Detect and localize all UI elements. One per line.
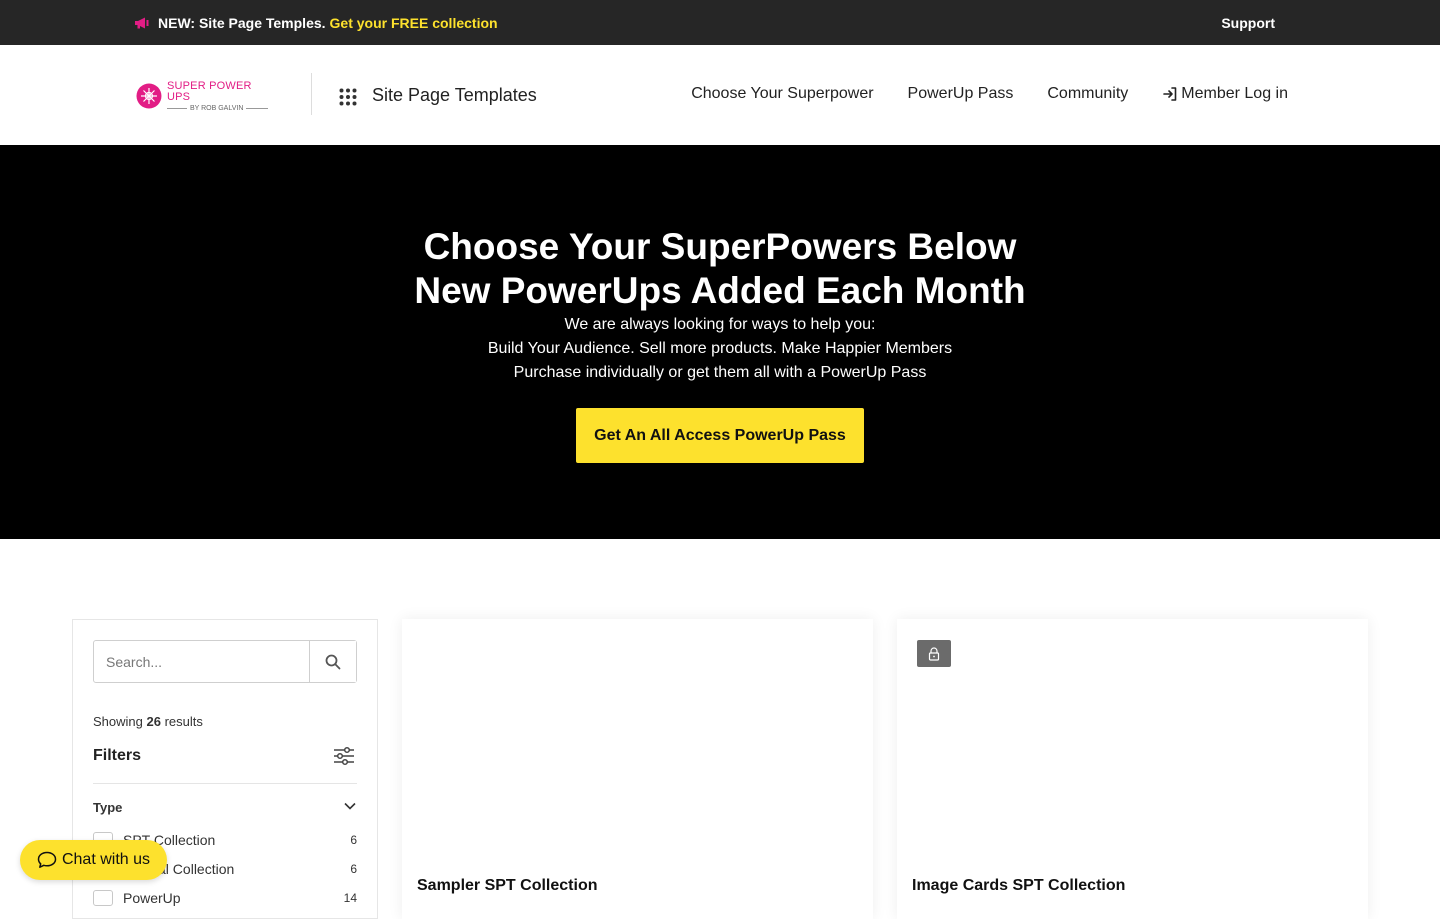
filters-heading: Filters bbox=[93, 747, 142, 764]
filter-option-count: 6 bbox=[350, 862, 357, 876]
all-access-pass-button[interactable]: Get An All Access PowerUp Pass bbox=[576, 408, 864, 463]
product-title[interactable]: Sampler SPT Collection bbox=[417, 877, 597, 895]
chat-button[interactable]: Chat with us bbox=[20, 840, 167, 880]
nav-choose-superpower[interactable]: Choose Your Superpower bbox=[691, 85, 873, 103]
filter-option[interactable]: PowerUp 14 bbox=[93, 888, 357, 908]
filters-divider bbox=[93, 783, 357, 784]
announcement-bar: NEW: Site Page Temples. Get your FREE co… bbox=[0, 0, 1440, 45]
announcement: NEW: Site Page Temples. Get your FREE co… bbox=[134, 0, 498, 45]
hero-title-line2: New PowerUps Added Each Month bbox=[414, 270, 1026, 311]
results-number: 26 bbox=[146, 714, 161, 729]
filter-option-count: 14 bbox=[343, 891, 357, 905]
product-card[interactable]: Sampler SPT Collection bbox=[402, 619, 873, 919]
logo[interactable]: SUPER POWER UPS BY ROB GALVIN bbox=[136, 79, 278, 112]
login-icon bbox=[1163, 87, 1177, 101]
free-collection-link[interactable]: Get your FREE collection bbox=[330, 15, 498, 31]
locked-badge bbox=[917, 640, 951, 667]
chat-bubble-icon bbox=[37, 851, 57, 868]
nav-community[interactable]: Community bbox=[1047, 85, 1128, 103]
nav-member-login[interactable]: Member Log in bbox=[1162, 85, 1288, 103]
search-icon bbox=[325, 654, 341, 669]
main-nav: Choose Your Superpower PowerUp Pass Comm… bbox=[657, 85, 1288, 103]
search-box bbox=[93, 640, 357, 683]
logo-byline: BY ROB GALVIN bbox=[167, 105, 278, 112]
support-link[interactable]: Support bbox=[1221, 0, 1275, 45]
hero-sub-line: Build Your Audience. Sell more products.… bbox=[487, 340, 953, 357]
chat-label: Chat with us bbox=[61, 851, 151, 868]
search-input[interactable] bbox=[94, 641, 309, 682]
nav-powerup-pass[interactable]: PowerUp Pass bbox=[908, 85, 1014, 103]
header-divider bbox=[311, 73, 312, 115]
megaphone-icon bbox=[135, 17, 149, 28]
hero-sub-line: We are always looking for ways to help y… bbox=[564, 316, 876, 333]
filter-checkbox[interactable] bbox=[93, 890, 113, 906]
hero-title-line1: Choose Your SuperPowers Below bbox=[423, 226, 1017, 267]
logo-badge-icon bbox=[136, 83, 162, 109]
lock-icon bbox=[928, 646, 940, 661]
chevron-down-icon[interactable] bbox=[343, 801, 357, 811]
search-button[interactable] bbox=[309, 641, 356, 682]
site-title[interactable]: Site Page Templates bbox=[372, 85, 537, 106]
announcement-text: NEW: Site Page Temples. bbox=[158, 14, 326, 31]
nav-member-login-label: Member Log in bbox=[1181, 85, 1288, 102]
sliders-icon[interactable] bbox=[333, 746, 355, 766]
results-count: Showing 26 results bbox=[93, 714, 203, 729]
hero-banner: Choose Your SuperPowers Below New PowerU… bbox=[0, 145, 1440, 539]
hero-subtitle: We are always looking for ways to help y… bbox=[0, 313, 1440, 385]
filter-option-count: 6 bbox=[350, 833, 357, 847]
type-filter-label[interactable]: Type bbox=[93, 800, 122, 815]
product-title[interactable]: Image Cards SPT Collection bbox=[912, 877, 1125, 895]
hero-title: Choose Your SuperPowers Below New PowerU… bbox=[0, 225, 1440, 313]
hero-sub-line: Purchase individually or get them all wi… bbox=[513, 364, 927, 381]
logo-title: SUPER POWER UPS bbox=[166, 79, 252, 103]
product-card[interactable]: Image Cards SPT Collection bbox=[897, 619, 1368, 919]
apps-grid-icon[interactable] bbox=[339, 88, 357, 106]
site-header: SUPER POWER UPS BY ROB GALVIN Site Page … bbox=[0, 45, 1440, 145]
filter-option-label: PowerUp bbox=[123, 890, 181, 906]
